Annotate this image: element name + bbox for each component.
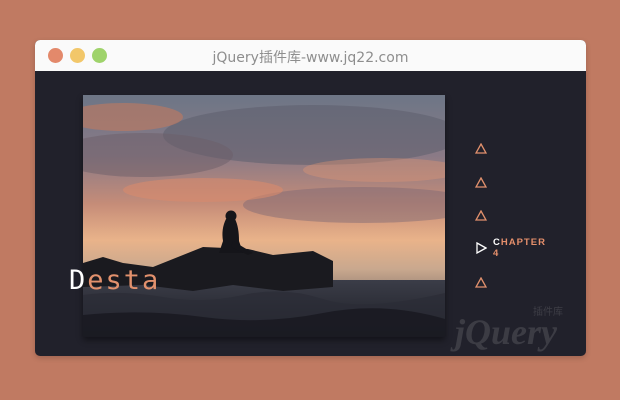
triangle-up-icon [475,209,487,221]
caption-first-letter: D [69,265,88,296]
window-title: jQuery插件库-www.jq22.com [212,50,409,66]
chapter-nav-item-5[interactable] [475,275,487,289]
watermark-subtext: 插件库 [533,307,563,318]
triangle-up-icon [475,276,487,288]
slide-image [83,95,445,337]
triangle-up-icon [475,142,487,154]
chapter-nav-item-3[interactable] [475,208,487,222]
chapter-nav-item-1[interactable] [475,141,487,155]
slider-area: Desta CHAPTER 4 jQuery 插件库 [35,71,586,356]
browser-window: jQuery插件库-www.jq22.com Desta CHAPTER 4 j… [35,40,586,356]
chapter-nav-item-2[interactable] [475,175,487,189]
triangle-up-icon [475,176,487,188]
title-bar: jQuery插件库-www.jq22.com [35,40,586,71]
chapter-nav-item-4[interactable]: CHAPTER 4 [475,237,546,259]
slide-caption: Desta [69,265,160,296]
triangle-right-icon [475,242,487,254]
caption-text: esta [87,265,161,296]
chapter-nav-label: CHAPTER 4 [493,237,546,259]
